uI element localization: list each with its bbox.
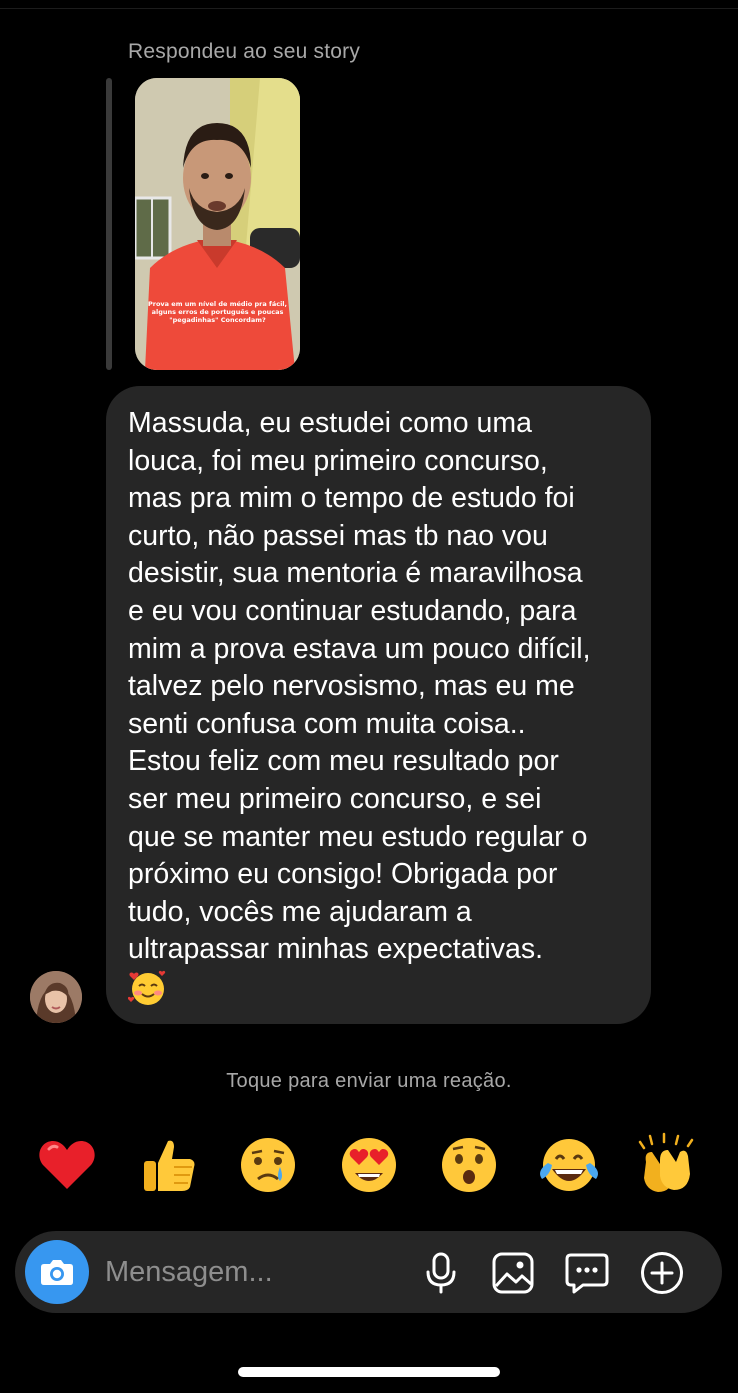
heart-icon[interactable] xyxy=(32,1130,102,1200)
microphone-icon[interactable] xyxy=(418,1250,464,1296)
crying-face-icon[interactable] xyxy=(233,1130,303,1200)
clapping-hands-icon[interactable] xyxy=(634,1130,704,1200)
smiling-face-with-hearts-icon xyxy=(127,968,168,1013)
heart-eyes-icon[interactable] xyxy=(334,1130,404,1200)
add-icon[interactable] xyxy=(639,1250,685,1296)
message-input[interactable] xyxy=(105,1251,405,1293)
camera-button[interactable] xyxy=(25,1240,89,1304)
tears-of-joy-icon[interactable] xyxy=(534,1130,604,1200)
message-bubble[interactable]: Massuda, eu estudei como uma louca, foi … xyxy=(106,386,651,1024)
story-reply-caption: Respondeu ao seu story xyxy=(128,40,361,63)
thumbs-up-icon[interactable] xyxy=(133,1130,203,1200)
gallery-icon[interactable] xyxy=(490,1250,536,1296)
home-indicator[interactable] xyxy=(238,1367,500,1377)
message-composer xyxy=(15,1231,722,1313)
reaction-hint: Toque para enviar uma reação. xyxy=(226,1070,512,1092)
story-thumbnail[interactable]: Prova em um nível de médio pra fácil, al… xyxy=(135,78,300,370)
sender-avatar[interactable] xyxy=(30,971,82,1023)
message-text: Massuda, eu estudei como uma louca, foi … xyxy=(128,407,591,966)
top-divider xyxy=(0,8,738,9)
reaction-bar xyxy=(0,1130,738,1200)
story-overlay-text: Prova em um nível de médio pra fácil, al… xyxy=(147,300,288,324)
story-photo xyxy=(135,78,300,370)
chat-bubble-icon[interactable] xyxy=(564,1250,610,1296)
camera-icon xyxy=(41,1260,73,1285)
reply-indicator-bar xyxy=(106,78,112,370)
surprised-face-icon[interactable] xyxy=(434,1130,504,1200)
